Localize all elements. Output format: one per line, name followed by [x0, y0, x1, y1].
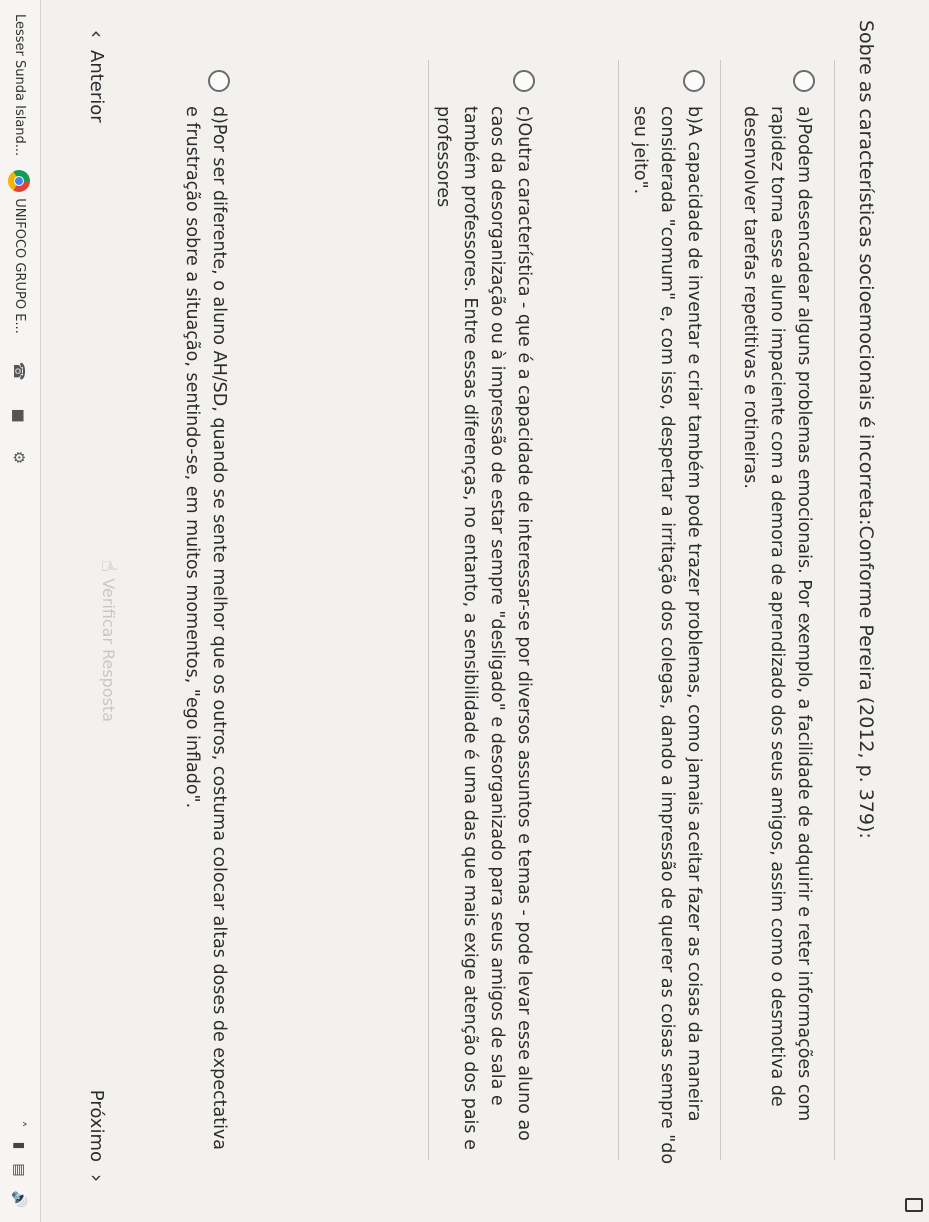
option-a-text: a)Podem desencadear alguns problemas emo…	[740, 106, 814, 1122]
divider	[720, 60, 721, 1160]
divider	[618, 60, 619, 1160]
screen: Sobre as características socioemocionais…	[0, 0, 929, 1222]
taskbar-item-label: UNIFOCO GRUPO E...	[12, 198, 27, 334]
chevron-left-icon: ‹	[85, 30, 109, 38]
check-answer-label: Verificar Resposta	[99, 578, 119, 723]
option-d[interactable]: d)Por ser diferente, o aluno AH/SD, quan…	[178, 70, 232, 1170]
check-answer-button[interactable]: ☝ Verificar Resposta	[97, 560, 121, 722]
option-c-text: c)Outra característica - que é a capacid…	[433, 106, 534, 1150]
quiz-page: Sobre as características socioemocionais…	[0, 0, 929, 1222]
radio-option-a[interactable]	[793, 70, 815, 92]
system-tray: ˄ ▮ ▤ 🔊	[12, 1121, 28, 1208]
option-a[interactable]: a)Podem desencadear alguns problemas emo…	[736, 70, 817, 1170]
option-b-text: b)A capacidade de inventar e criar també…	[630, 106, 704, 1165]
previous-button[interactable]: ‹ Anterior	[85, 30, 109, 123]
whatsapp-icon[interactable]: ☎	[11, 362, 29, 381]
divider	[834, 60, 835, 1160]
battery-icon[interactable]: ▮	[12, 1142, 28, 1150]
radio-option-d[interactable]	[208, 70, 230, 92]
next-button[interactable]: Próximo ›	[85, 1090, 109, 1182]
divider	[428, 60, 429, 1160]
chevron-up-icon[interactable]: ˄	[12, 1121, 28, 1128]
window-icon[interactable]	[905, 1198, 923, 1212]
taskbar-item-unifoco[interactable]: UNIFOCO GRUPO E...	[8, 170, 31, 334]
previous-label: Anterior	[86, 50, 108, 123]
option-b[interactable]: b)A capacidade de inventar e criar també…	[626, 70, 707, 1170]
radio-option-b[interactable]	[683, 70, 705, 92]
next-label: Próximo	[86, 1089, 108, 1162]
taskbar-item-label: Lesser Sunda Island...	[12, 14, 27, 157]
option-d-text: d)Por ser diferente, o aluno AH/SD, quan…	[182, 106, 229, 1151]
chrome-icon	[8, 170, 31, 193]
taskbar: Lesser Sunda Island... UNIFOCO GRUPO E..…	[0, 0, 41, 1222]
network-icon[interactable]: ▤	[12, 1163, 28, 1176]
question-title: Sobre as características socioemocionais…	[855, 20, 877, 839]
chevron-right-icon: ›	[85, 1174, 109, 1182]
taskbar-item-lesser-sunda[interactable]: Lesser Sunda Island...	[12, 14, 27, 156]
volume-icon[interactable]: 🔊	[12, 1191, 28, 1208]
radio-option-c[interactable]	[513, 70, 535, 92]
option-c[interactable]: c)Outra característica - que é a capacid…	[429, 70, 537, 1170]
store-icon[interactable]: ■	[11, 409, 29, 423]
hand-pointer-icon: ☝	[97, 560, 121, 573]
settings-gear-icon[interactable]: ⚙	[11, 451, 29, 464]
